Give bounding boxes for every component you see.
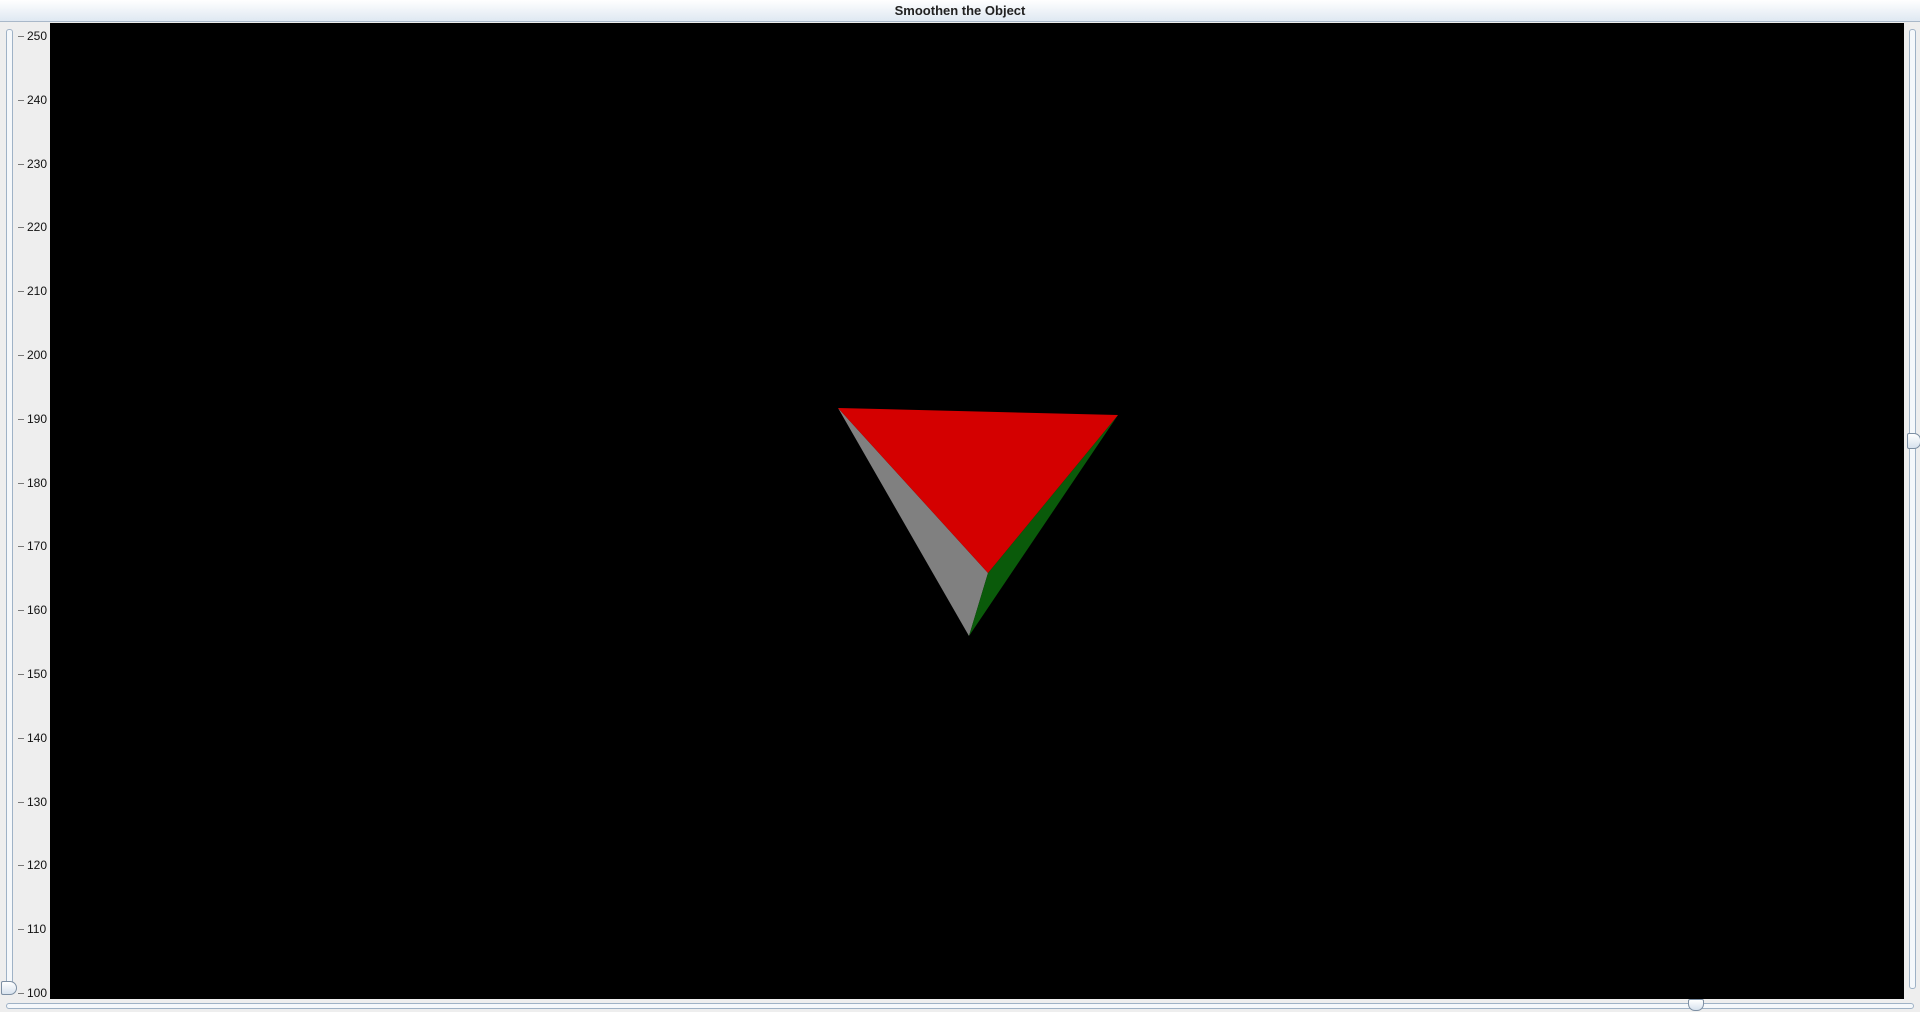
slider-tick-text: 100 (27, 986, 48, 1000)
slider-tick-label: 150 (16, 667, 50, 681)
object-canvas (838, 408, 1118, 636)
slider-tick-text: 170 (27, 539, 48, 554)
slider-tick-text: 180 (27, 475, 48, 490)
slider-tick-label: 220 (16, 220, 50, 235)
slider-tick-text: 220 (27, 220, 48, 235)
right-slider-track[interactable] (1909, 29, 1916, 989)
slider-tick-label: 240 (16, 92, 50, 107)
slider-tick-label: 130 (16, 794, 50, 809)
left-slider-thumb[interactable] (1, 981, 17, 995)
window-title: Smoothen the Object (894, 3, 1026, 18)
slider-tick-label: 180 (16, 475, 50, 490)
slider-tick-text: 230 (27, 156, 48, 171)
right-slider-thumb[interactable] (1907, 433, 1920, 449)
slider-tick-label: 140 (16, 730, 50, 745)
red-face (838, 408, 1118, 573)
window-titlebar: Smoothen the Object (0, 0, 1920, 22)
bottom-horizontal-slider[interactable] (0, 999, 1920, 1012)
slider-tick-text: 150 (27, 667, 48, 681)
slider-tick-text: 210 (27, 284, 48, 299)
slider-tick-label: 190 (16, 411, 50, 426)
slider-tick-label: 120 (16, 858, 50, 873)
slider-tick-label: 230 (16, 156, 50, 171)
slider-tick-text: 110 (27, 922, 47, 937)
slider-tick-text: 120 (27, 858, 48, 873)
slider-tick-label: 110 (16, 922, 50, 937)
slider-tick-label: 250 (16, 29, 50, 43)
bottom-slider-thumb[interactable] (1688, 999, 1704, 1011)
slider-tick-label: 210 (16, 284, 50, 299)
slider-tick-label: 200 (16, 348, 50, 362)
slider-tick-text: 130 (27, 794, 48, 809)
slider-tick-text: 190 (27, 411, 48, 426)
slider-tick-label: 100 (16, 986, 50, 1000)
slider-tick-label: 160 (16, 603, 50, 618)
slider-tick-text: 160 (27, 603, 48, 618)
slider-tick-text: 240 (27, 92, 48, 107)
bottom-slider-track[interactable] (6, 1003, 1914, 1009)
right-vertical-slider[interactable] (1904, 23, 1920, 999)
left-vertical-slider[interactable]: 250 240 230 220 210 200 190 180 170 160 150 140 130 1… (0, 23, 50, 1000)
slider-tick-label: 170 (16, 539, 50, 554)
slider-tick-text: 140 (27, 730, 48, 745)
slider-tick-text: 200 (27, 348, 48, 362)
slider-tick-text: 250 (27, 29, 48, 43)
left-slider-track[interactable] (6, 29, 13, 989)
3d-viewport[interactable] (50, 23, 1904, 999)
